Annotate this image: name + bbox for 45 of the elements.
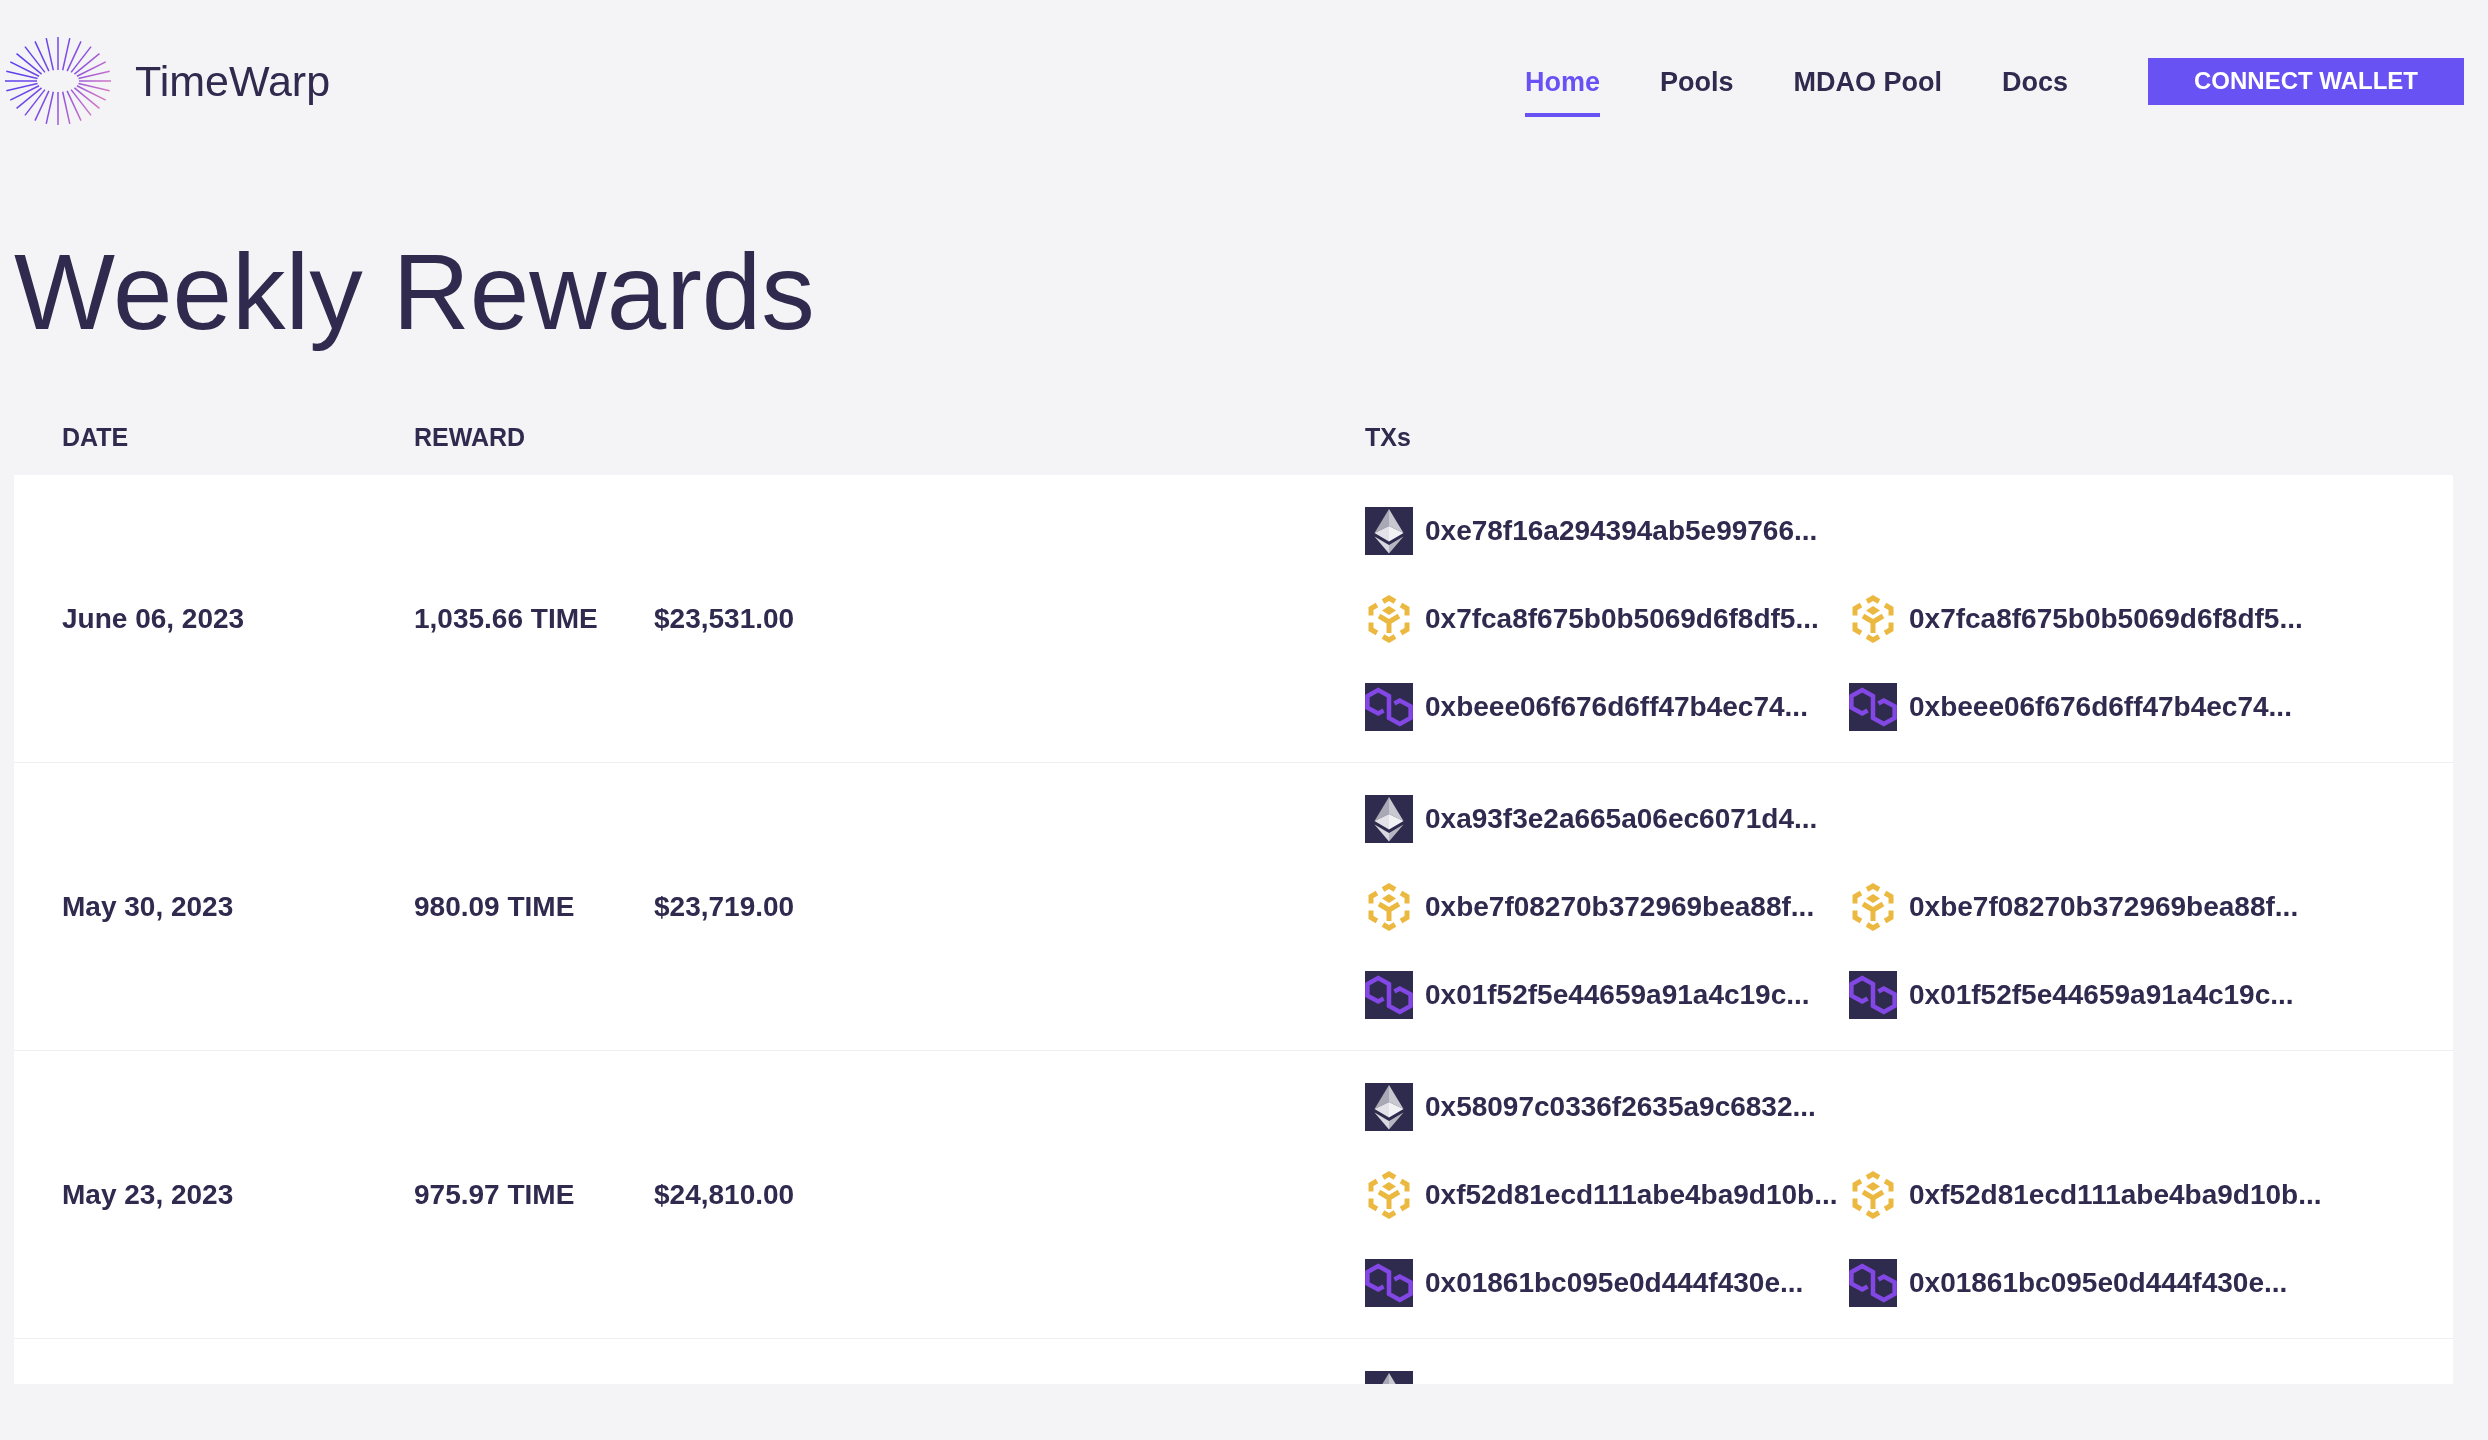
reward-amount: 975.97 TIME <box>414 1177 576 1212</box>
column-header: DATE <box>62 422 129 453</box>
tx-hash-link[interactable]: 0x7fca8f675b0b5069d6f8df5... <box>1909 603 2303 636</box>
tx-hash-link[interactable]: 0xe78f16a294394ab5e99766... <box>1425 515 1818 548</box>
ethereum-icon <box>1365 1083 1413 1132</box>
column-header: REWARD <box>414 422 526 453</box>
reward-usd-value: $23,719.00 <box>654 889 795 924</box>
tx-hash-link[interactable]: 0x7fca8f675b0b5069d6f8df5... <box>1425 603 1819 636</box>
date-cell: May 23, 2023 <box>62 1178 234 1210</box>
tx-hash-link[interactable]: 0x01861bc095e0d444f430e... <box>1909 1267 2288 1300</box>
tx-hash-link[interactable]: 0xa93f3e2a665a06ec6071d4... <box>1425 803 1818 836</box>
polygon-icon <box>1849 683 1897 732</box>
reward-amount: 1,035.66 TIME <box>414 601 599 636</box>
tx-hash-link[interactable]: 0xf52d81ecd111abe4ba9d10b... <box>1425 1179 1838 1212</box>
ethereum-icon <box>1365 507 1413 556</box>
ethereum-icon <box>1365 795 1413 844</box>
polygon-icon <box>1365 971 1413 1020</box>
reward-amount: 980.09 TIME <box>414 889 576 924</box>
tx-hash-link[interactable]: 0xbeee06f676d6ff47b4ec74... <box>1909 691 2292 724</box>
nav-link[interactable]: Docs <box>2002 45 2068 117</box>
polygon-icon <box>1365 1259 1413 1308</box>
tx-hash-link[interactable]: 0x01f52f5e44659a91a4c19c... <box>1425 979 1810 1012</box>
column-header: TXs <box>1365 422 1411 453</box>
tx-hash-link[interactable]: 0x58097c0336f2635a9c6832... <box>1425 1091 1816 1124</box>
ethereum-icon <box>1365 1371 1413 1385</box>
polygon-icon <box>1849 1259 1897 1308</box>
date-cell: June 06, 2023 <box>62 602 245 634</box>
polygon-icon <box>1849 971 1897 1020</box>
reward-usd-value: $23,531.00 <box>654 601 795 636</box>
brand-name: TimeWarp <box>135 59 331 103</box>
logo-icon <box>3 35 113 127</box>
tx-hash-link[interactable]: 0xbeee06f676d6ff47b4ec74... <box>1425 691 1808 724</box>
tx-hash-link[interactable]: 0xf52d81ecd111abe4ba9d10b... <box>1909 1179 2322 1212</box>
page-title: Weekly Rewards <box>14 231 815 354</box>
nav-link[interactable]: Home <box>1524 45 1600 117</box>
reward-usd-value: $24,810.00 <box>654 1177 795 1212</box>
tx-hash-link[interactable]: 0x01f52f5e44659a91a4c19c... <box>1909 979 2294 1012</box>
nav-link[interactable]: MDAO Pool <box>1793 45 1942 117</box>
nav-link[interactable]: Pools <box>1659 45 1734 117</box>
tx-hash-link[interactable]: 0xbe7f08270b372969bea88f... <box>1909 891 2299 924</box>
polygon-icon <box>1365 683 1413 732</box>
date-cell: May 30, 2023 <box>62 890 234 922</box>
tx-hash-link[interactable]: 0xbe7f08270b372969bea88f... <box>1425 891 1815 924</box>
tx-hash-link[interactable]: 0x01861bc095e0d444f430e... <box>1425 1267 1804 1300</box>
connect-wallet-button[interactable]: CONNECT WALLET <box>2148 57 2464 105</box>
